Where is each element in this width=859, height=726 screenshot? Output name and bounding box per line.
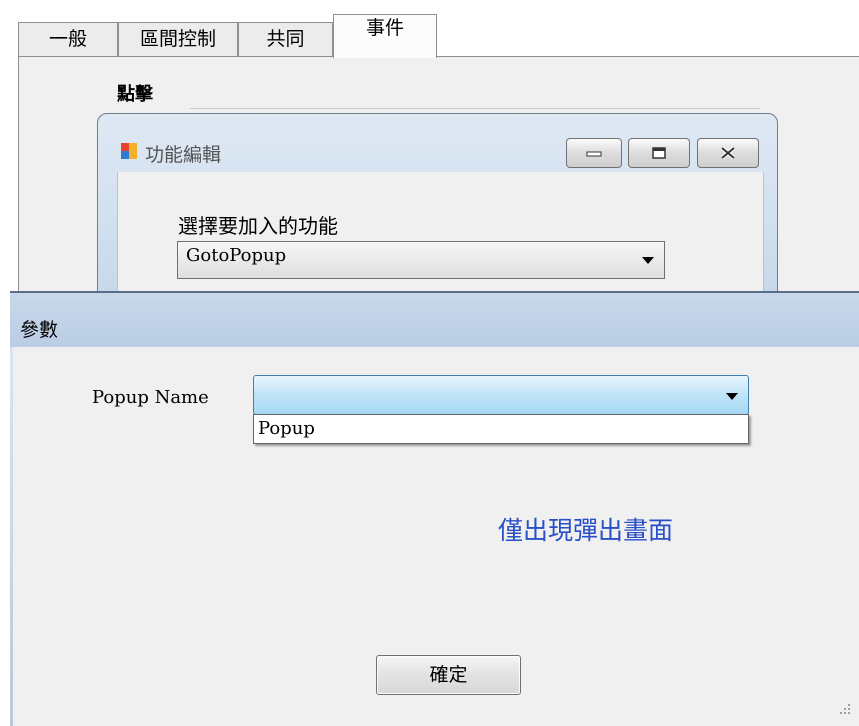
dialog-border [10,347,13,726]
ok-button[interactable]: 確定 [376,655,521,695]
minimize-button[interactable] [566,138,622,168]
divider [190,108,760,109]
tab-label: 區間控制 [139,28,216,50]
app-window-icon [121,143,137,159]
function-select[interactable]: GotoPopup [177,241,665,279]
chevron-down-icon[interactable] [642,257,654,264]
maximize-icon [652,147,666,159]
popup-name-dropdown-list[interactable]: Popup [253,414,749,444]
maximize-button[interactable] [628,138,690,168]
click-event-label: 點擊 [117,84,153,105]
minimize-icon [586,151,602,157]
property-tabstrip: 一般 區間控制 共同 事件 [0,0,859,58]
popup-name-label: Popup Name [92,387,209,408]
choose-function-label: 選擇要加入的功能 [178,214,338,238]
close-button[interactable] [697,138,759,168]
note-text: 僅出現彈出畫面 [498,516,674,545]
parameters-titlebar [10,293,859,347]
tab-range-control[interactable]: 區間控制 [118,22,238,56]
tab-label: 一般 [48,28,87,50]
chevron-down-icon[interactable] [726,393,738,400]
close-icon [720,146,736,160]
function-select-value: GotoPopup [186,245,287,266]
dropdown-option-popup[interactable]: Popup [258,415,748,443]
popup-name-select[interactable] [253,375,749,415]
tab-general[interactable]: 一般 [18,22,118,56]
function-editor-title: 功能編輯 [145,144,222,166]
tab-label: 共同 [266,28,305,50]
parameters-title: 參數 [20,319,59,341]
tab-common[interactable]: 共同 [238,22,333,56]
resize-grip-icon[interactable] [836,700,852,716]
tab-label: 事件 [365,17,404,39]
tab-events[interactable]: 事件 [333,14,437,58]
